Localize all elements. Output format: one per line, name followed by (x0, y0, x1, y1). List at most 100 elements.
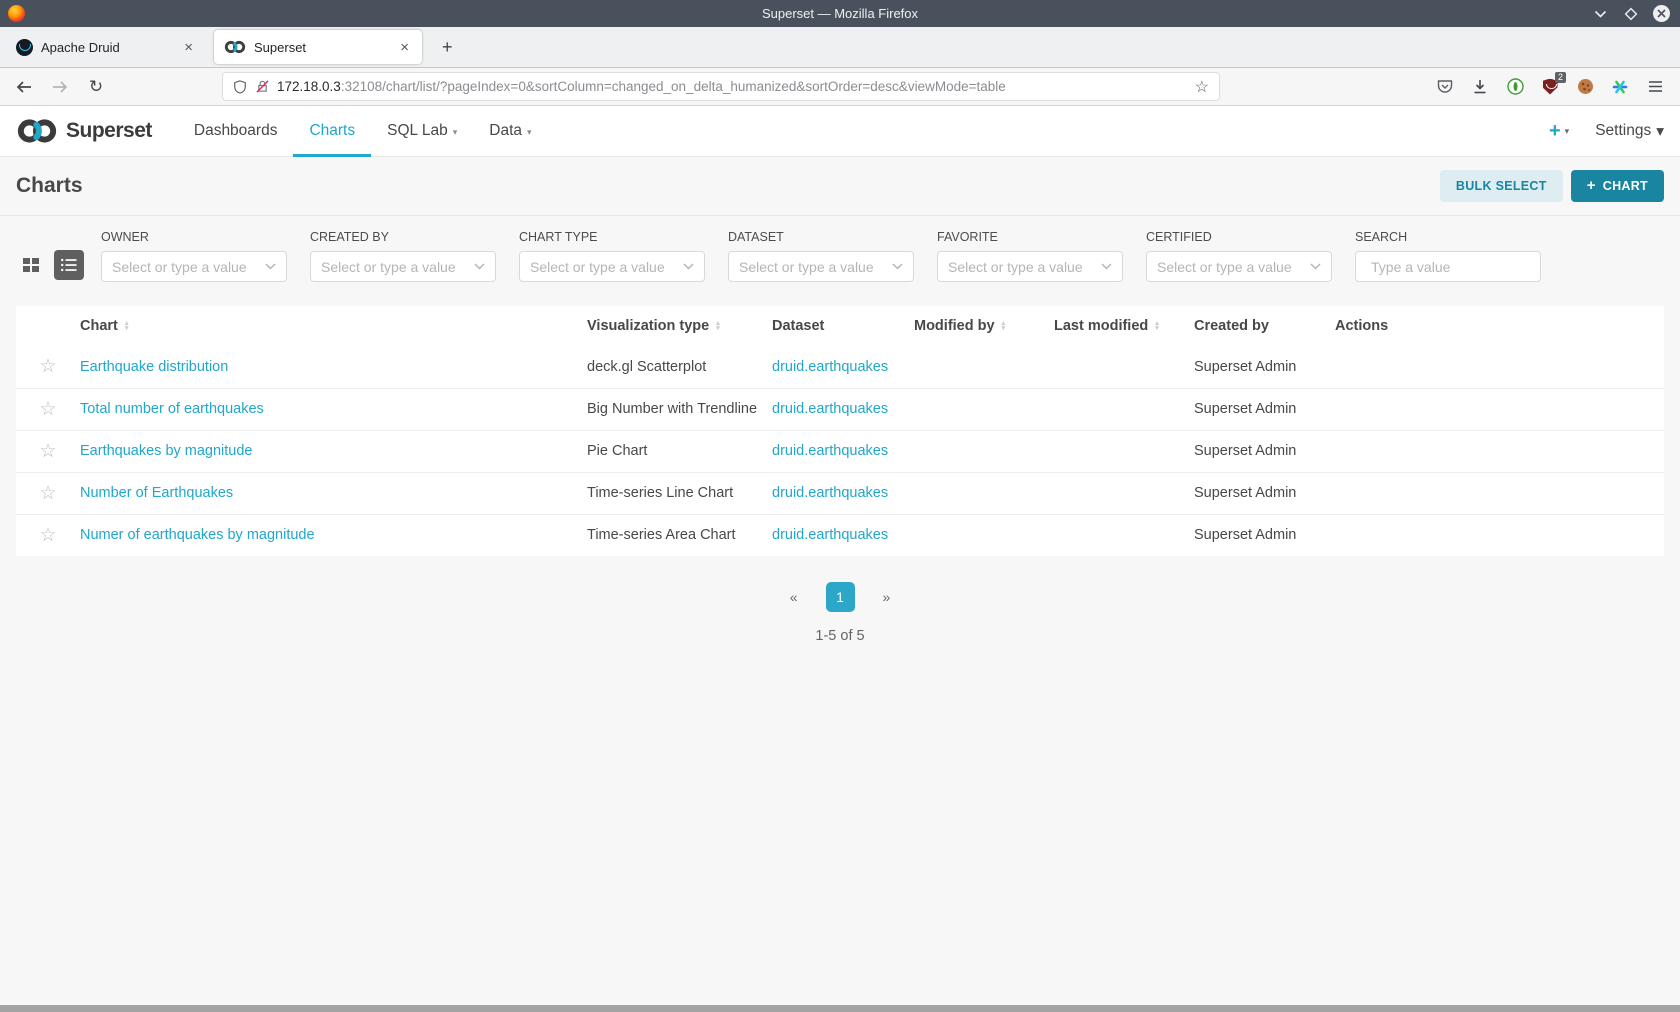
nav-label: Dashboards (194, 122, 278, 140)
favorite-star-icon[interactable]: ☆ (39, 525, 56, 546)
dataset-link[interactable]: druid.earthquakes (772, 485, 888, 501)
list-view-toggle[interactable] (54, 250, 84, 280)
dataset-link[interactable]: druid.earthquakes (772, 443, 888, 459)
viz-type-cell: Time-series Line Chart (587, 472, 772, 514)
caret-down-icon: ▾ (1565, 126, 1570, 137)
bottom-scrollbar[interactable] (0, 1005, 1680, 1012)
tab-superset[interactable]: Superset × (214, 30, 422, 64)
header-last-modified[interactable]: Last modified▴▾ (1054, 306, 1194, 346)
favorite-star-icon[interactable]: ☆ (39, 441, 56, 462)
chart-link[interactable]: Numer of earthquakes by magnitude (80, 527, 315, 543)
next-page-button[interactable]: » (877, 585, 897, 609)
list-view-icon (60, 257, 78, 273)
nav-item-sql-lab[interactable]: SQL Lab ▾ (371, 106, 473, 157)
nav-item-data[interactable]: Data ▾ (473, 106, 547, 157)
filter-label: CREATED BY (310, 230, 496, 244)
created-by-cell: Superset Admin (1194, 346, 1335, 388)
last-modified-cell (1054, 472, 1194, 514)
dataset-link[interactable]: druid.earthquakes (772, 401, 888, 417)
header-chart[interactable]: Chart▴▾ (80, 306, 587, 346)
actions-cell (1335, 430, 1664, 472)
bulk-select-button[interactable]: BULK SELECT (1440, 170, 1563, 202)
filter-label: DATASET (728, 230, 914, 244)
page-title: Charts (16, 174, 83, 198)
caret-down-icon: ▾ (1656, 122, 1664, 141)
superset-logo[interactable]: Superset (16, 117, 152, 145)
favorite-star-icon[interactable]: ☆ (39, 356, 56, 377)
pagination: « 1 » (0, 582, 1680, 612)
close-window-icon[interactable] (1653, 5, 1670, 22)
filter-favorite: FAVORITE Select or type a value (937, 230, 1123, 282)
menu-hamburger-icon[interactable] (1646, 78, 1664, 96)
header-modified-by[interactable]: Modified by▴▾ (914, 306, 1054, 346)
ublock-icon[interactable]: 2 (1541, 78, 1559, 96)
settings-menu[interactable]: Settings ▾ (1595, 122, 1664, 141)
chart-type-select[interactable]: Select or type a value (519, 251, 705, 282)
card-view-toggle[interactable] (16, 250, 46, 280)
search-input[interactable] (1371, 259, 1552, 275)
favorite-star-icon[interactable]: ☆ (39, 483, 56, 504)
caret-down-icon: ▾ (527, 127, 532, 138)
insecure-lock-icon[interactable] (256, 79, 269, 94)
superset-infinity-icon (16, 117, 58, 145)
filter-chart-type: CHART TYPE Select or type a value (519, 230, 705, 282)
shield-icon[interactable] (233, 79, 247, 95)
header-visualization-type[interactable]: Visualization type▴▾ (587, 306, 772, 346)
extension-green-icon[interactable] (1506, 78, 1524, 96)
tab-close-icon[interactable]: × (181, 39, 196, 56)
chart-link[interactable]: Earthquake distribution (80, 359, 228, 375)
chart-link[interactable]: Total number of earthquakes (80, 401, 264, 417)
url-bar[interactable]: 172.18.0.3:32108/chart/list/?pageIndex=0… (222, 72, 1220, 101)
maximize-icon[interactable] (1622, 5, 1640, 23)
downloads-icon[interactable] (1471, 78, 1489, 96)
filter-bar: OWNER Select or type a value CREATED BY … (0, 216, 1680, 296)
url-text[interactable]: 172.18.0.3:32108/chart/list/?pageIndex=0… (277, 79, 1195, 94)
forward-icon[interactable] (48, 75, 72, 99)
created-by-select[interactable]: Select or type a value (310, 251, 496, 282)
previous-page-button[interactable]: « (784, 585, 804, 609)
actions-cell (1335, 388, 1664, 430)
dataset-link[interactable]: druid.earthquakes (772, 527, 888, 543)
bookmark-star-icon[interactable]: ☆ (1195, 77, 1209, 97)
pocket-icon[interactable] (1436, 78, 1454, 96)
tab-apache-druid[interactable]: Apache Druid × (6, 30, 206, 64)
nav-label: Data (489, 122, 522, 140)
filter-created-by: CREATED BY Select or type a value (310, 230, 496, 282)
tab-title: Superset (254, 40, 397, 55)
owner-select[interactable]: Select or type a value (101, 251, 287, 282)
header-dataset: Dataset (772, 306, 914, 346)
sort-icon: ▴▾ (125, 321, 129, 331)
dataset-select[interactable]: Select or type a value (728, 251, 914, 282)
dataset-link[interactable]: druid.earthquakes (772, 359, 888, 375)
add-chart-button[interactable]: + CHART (1571, 170, 1664, 202)
certified-select[interactable]: Select or type a value (1146, 251, 1332, 282)
cookie-extension-icon[interactable] (1576, 78, 1594, 96)
pagination-summary: 1-5 of 5 (0, 628, 1680, 644)
favorite-star-icon[interactable]: ☆ (39, 399, 56, 420)
brand-name: Superset (66, 119, 152, 143)
extension-asterisk-icon[interactable] (1611, 78, 1629, 96)
table-row: ☆ Numer of earthquakes by magnitude Time… (16, 514, 1664, 556)
reload-icon[interactable]: ↻ (84, 75, 108, 99)
favorite-select[interactable]: Select or type a value (937, 251, 1123, 282)
select-placeholder: Select or type a value (321, 259, 474, 275)
page-1-button[interactable]: 1 (826, 582, 855, 612)
table-header-row: Chart▴▾ Visualization type▴▾ Dataset Mod… (16, 306, 1664, 346)
table-row: ☆ Earthquakes by magnitude Pie Chart dru… (16, 430, 1664, 472)
nav-item-dashboards[interactable]: Dashboards (178, 106, 294, 157)
chart-link[interactable]: Earthquakes by magnitude (80, 443, 253, 459)
plus-icon: + (1549, 121, 1561, 141)
caret-down-icon: ▾ (453, 127, 458, 138)
filter-owner: OWNER Select or type a value (101, 230, 287, 282)
viz-type-cell: deck.gl Scatterplot (587, 346, 772, 388)
add-new-dropdown[interactable]: + ▾ (1549, 121, 1569, 141)
minimize-icon[interactable] (1591, 5, 1609, 23)
nav-item-charts[interactable]: Charts (293, 106, 371, 157)
sort-icon: ▴▾ (716, 321, 720, 331)
tab-close-icon[interactable]: × (397, 39, 412, 56)
back-icon[interactable] (12, 75, 36, 99)
new-tab-button[interactable]: + (436, 37, 459, 58)
modified-by-cell (914, 430, 1054, 472)
filter-search: SEARCH (1355, 230, 1541, 282)
chart-link[interactable]: Number of Earthquakes (80, 485, 233, 501)
